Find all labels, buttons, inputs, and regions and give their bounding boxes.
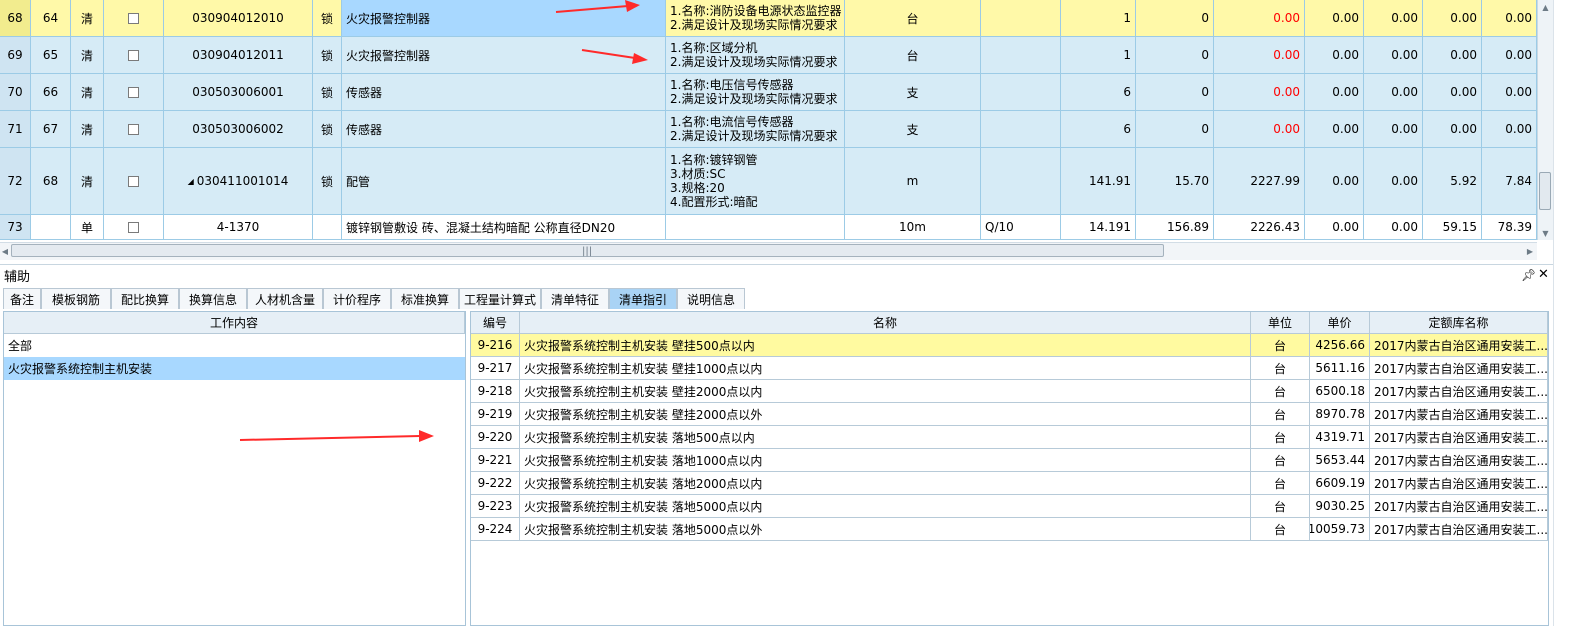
annotation-arrow-icon — [555, 0, 640, 13]
annotation-arrow-icon — [581, 49, 648, 64]
annotation-arrow-icon — [239, 430, 434, 442]
annotation-arrows — [239, 0, 648, 442]
